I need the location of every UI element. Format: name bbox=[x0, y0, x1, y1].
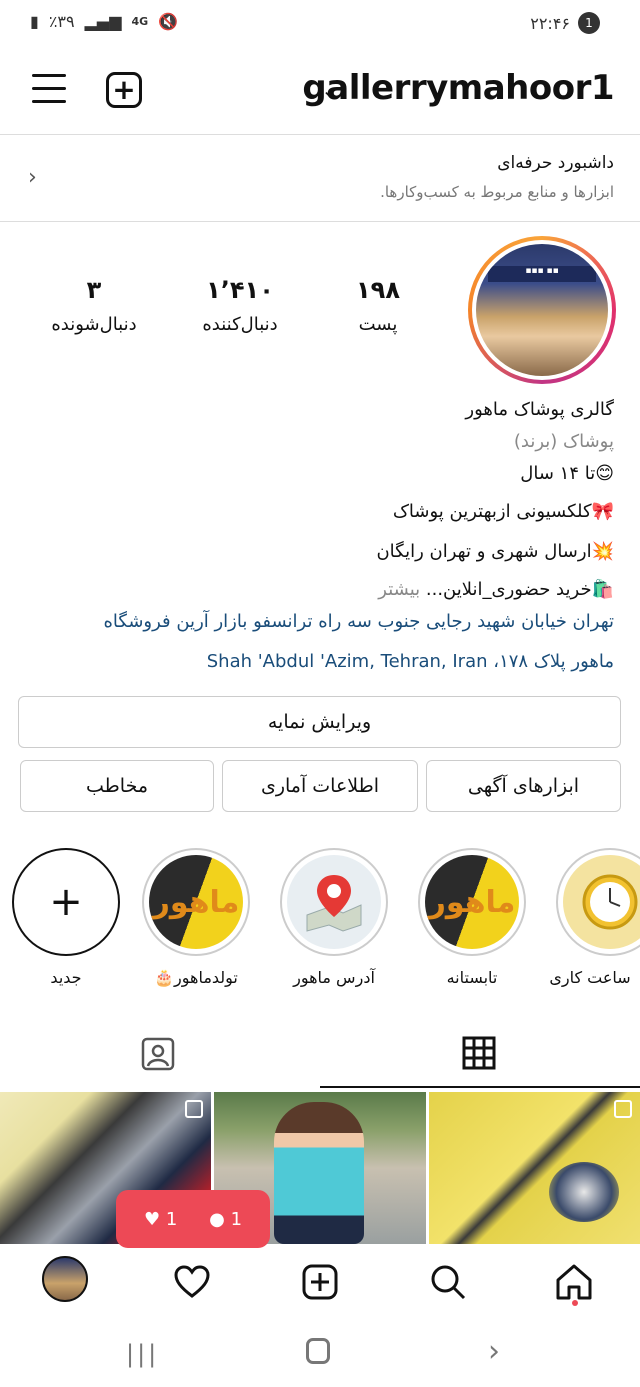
mute-icon: 🔇 bbox=[158, 12, 179, 31]
bio-line: 🛍️خرید حضوری_انلاین... bbox=[425, 579, 614, 600]
highlight-item[interactable]: ساعت کاری bbox=[549, 848, 640, 987]
status-right: ۲۲:۴۶ 1 bbox=[530, 12, 600, 34]
carousel-icon bbox=[613, 1100, 632, 1118]
contact-button[interactable]: مخاطب bbox=[20, 760, 214, 812]
brand-logo-icon: ماهور bbox=[425, 855, 519, 949]
status-bar: ▮ ٪۳۹ ▂▄▆ 4G 🔇 ۲۲:۴۶ 1 bbox=[0, 0, 640, 48]
highlight-label: ساعت کاری bbox=[549, 968, 631, 987]
avatar-image: ▪▪▪ ▪▪ bbox=[476, 244, 608, 376]
address-line[interactable]: تهران خیابان شهید رجایی جنوب سه راه تران… bbox=[14, 610, 614, 633]
comments-indicator: ● 1 bbox=[209, 1209, 242, 1230]
insights-button[interactable]: اطلاعات آماری bbox=[222, 760, 418, 812]
model-figure bbox=[274, 1102, 365, 1244]
status-left: ▮ ٪۳۹ ▂▄▆ 4G 🔇 bbox=[30, 12, 178, 31]
system-navigation: ||| › bbox=[0, 1320, 640, 1387]
nav-profile[interactable] bbox=[40, 1254, 90, 1304]
bio-line: 💥ارسال شهری و تهران رایگان bbox=[376, 541, 614, 562]
highlight-label: تولدماهور🎂 bbox=[154, 968, 238, 987]
plus-icon: + bbox=[49, 879, 83, 925]
post-grid bbox=[0, 1092, 640, 1244]
likes-indicator: ♥ 1 bbox=[144, 1209, 177, 1230]
create-post-button[interactable]: + bbox=[106, 72, 142, 108]
notification-count-badge: 1 bbox=[578, 12, 600, 34]
new-highlight[interactable]: + جدید bbox=[12, 848, 120, 987]
bottom-navigation bbox=[0, 1248, 640, 1312]
nav-search[interactable] bbox=[428, 1262, 468, 1302]
bio-line-truncated: 🛍️خرید حضوری_انلاین... بیشتر bbox=[14, 578, 614, 601]
ad-tools-button[interactable]: ابزارهای آگهی bbox=[426, 760, 621, 812]
carousel-icon bbox=[185, 1100, 204, 1118]
profile-name: گالری پوشاک ماهور bbox=[465, 399, 614, 420]
chevron-left-icon: ‹ bbox=[28, 165, 37, 190]
recent-apps-icon[interactable]: ||| bbox=[126, 1340, 159, 1368]
heart-icon: ♥ bbox=[143, 1208, 161, 1230]
home-icon bbox=[556, 1264, 592, 1300]
brand-logo-icon: ماهور bbox=[149, 855, 243, 949]
signal-icon: ▂▄▆ bbox=[84, 12, 122, 31]
dashboard-subtitle: ابزارها و منابع مربوط به کسب‌وکارها. bbox=[380, 183, 614, 201]
network-type: 4G bbox=[131, 15, 149, 28]
active-tab-indicator bbox=[320, 1086, 640, 1088]
clock-icon bbox=[563, 855, 640, 949]
address-en: Shah 'Abdul 'Azim, Tehran, Iran bbox=[206, 651, 488, 672]
home-button-icon[interactable] bbox=[306, 1338, 330, 1364]
posts-stat[interactable]: ۱۹۸ پست bbox=[336, 276, 420, 335]
professional-dashboard[interactable]: داشبورد حرفه‌ای ابزارها و منابع مربوط به… bbox=[0, 134, 640, 222]
following-label: دنبال‌شونده bbox=[51, 314, 137, 335]
profile-category: پوشاک (برند) bbox=[513, 431, 614, 452]
profile-avatar-icon bbox=[42, 1256, 88, 1302]
profile-tabs bbox=[0, 1018, 640, 1090]
comment-icon: ● bbox=[209, 1208, 225, 1230]
clock: ۲۲:۴۶ bbox=[530, 13, 570, 33]
likes-count: 1 bbox=[165, 1208, 178, 1230]
nav-create[interactable] bbox=[300, 1262, 340, 1302]
following-stat[interactable]: ۳ دنبال‌شونده bbox=[36, 276, 152, 335]
bio-line: 🎀کلکسیونی ازبهترین پوشاک bbox=[392, 501, 614, 522]
highlight-item[interactable]: ماهور تابستانه bbox=[418, 848, 526, 987]
highlight-item[interactable]: ماهور تولدماهور🎂 bbox=[142, 848, 250, 987]
tagged-icon bbox=[141, 1037, 175, 1071]
followers-count: ۱٬۴۱۰ bbox=[206, 276, 274, 304]
bio-line: 😊تا ۱۴ سال bbox=[520, 463, 614, 484]
heart-outline-icon bbox=[174, 1265, 210, 1298]
battery-icon: ▮ bbox=[30, 12, 39, 31]
dashboard-title: داشبورد حرفه‌ای bbox=[497, 153, 614, 173]
posts-count: ۱۹۸ bbox=[356, 276, 400, 304]
home-notification-dot bbox=[572, 1300, 578, 1306]
nav-home[interactable] bbox=[554, 1262, 594, 1302]
bio-more-link[interactable]: بیشتر bbox=[378, 579, 420, 600]
menu-icon[interactable] bbox=[32, 74, 66, 104]
profile-header: + ⌄ gallerrymahoor1 bbox=[0, 58, 640, 128]
highlight-label: جدید bbox=[50, 968, 82, 987]
grid-icon bbox=[462, 1036, 496, 1070]
nav-activity[interactable] bbox=[172, 1262, 212, 1302]
highlight-label: آدرس ماهور bbox=[293, 968, 375, 987]
account-username[interactable]: gallerrymahoor1 bbox=[302, 68, 614, 108]
storefront-sign: ▪▪▪ ▪▪ bbox=[488, 266, 596, 282]
tagged-tab[interactable] bbox=[140, 1036, 176, 1076]
following-count: ۳ bbox=[86, 276, 102, 304]
post-thumbnail[interactable] bbox=[428, 1092, 640, 1244]
posts-label: پست bbox=[358, 314, 398, 335]
grid-tab[interactable] bbox=[462, 1036, 496, 1074]
address-line-2[interactable]: ماهور پلاک ۱۷۸، Shah 'Abdul 'Azim, Tehra… bbox=[14, 650, 614, 673]
back-icon[interactable]: › bbox=[488, 1334, 500, 1369]
address-fa: ماهور پلاک ۱۷۸، bbox=[493, 651, 614, 672]
followers-label: دنبال‌کننده bbox=[202, 314, 278, 335]
highlight-label: تابستانه bbox=[446, 968, 498, 987]
highlight-item[interactable]: آدرس ماهور bbox=[280, 848, 388, 987]
comments-count: 1 bbox=[230, 1208, 243, 1230]
shirt-print bbox=[548, 1162, 619, 1222]
battery-level: ٪۳۹ bbox=[48, 12, 75, 31]
followers-stat[interactable]: ۱٬۴۱۰ دنبال‌کننده bbox=[180, 276, 300, 335]
search-icon bbox=[431, 1265, 466, 1300]
edit-profile-button[interactable]: ویرایش نمایه bbox=[18, 696, 621, 748]
avatar[interactable]: ▪▪▪ ▪▪ bbox=[468, 236, 616, 384]
add-square-icon bbox=[302, 1264, 338, 1300]
map-pin-icon bbox=[287, 855, 381, 949]
activity-bubble[interactable]: ♥ 1 ● 1 bbox=[116, 1190, 270, 1248]
